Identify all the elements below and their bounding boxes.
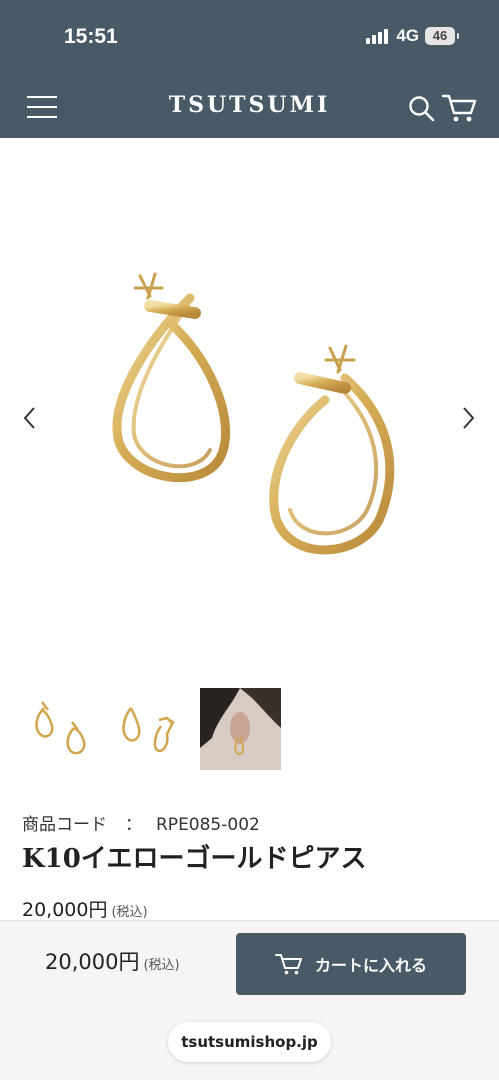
product-code: 商品コード ： RPE085-002 bbox=[22, 810, 260, 835]
product-main-image[interactable] bbox=[0, 138, 499, 678]
cart-icon[interactable] bbox=[441, 92, 477, 124]
thumbnail-strip bbox=[22, 688, 281, 770]
add-to-cart-button[interactable]: カートに入れる bbox=[236, 933, 466, 995]
price-value: 20,000円 bbox=[22, 899, 108, 921]
product-code-separator: ： bbox=[125, 815, 142, 835]
product-code-label: 商品コード bbox=[22, 815, 107, 835]
bottom-bar: 20,000円 (税込) カートに入れる tsutsumishop.jp bbox=[0, 920, 499, 1080]
signal-icon bbox=[366, 28, 389, 44]
search-icon[interactable] bbox=[408, 95, 436, 123]
sticky-price-value: 20,000円 bbox=[45, 950, 140, 974]
product-code-value: RPE085-002 bbox=[156, 815, 260, 835]
thumbnail-3-model-photo[interactable] bbox=[200, 688, 281, 770]
product-name: K10イエローゴールドピアス bbox=[22, 844, 367, 874]
app-header: 15:51 4G 46 TSUTSUMI bbox=[0, 0, 499, 138]
chevron-right-icon[interactable] bbox=[456, 404, 480, 432]
status-time: 15:51 bbox=[64, 25, 118, 48]
sticky-tax-note: (税込) bbox=[143, 958, 180, 973]
tax-note: (税込) bbox=[111, 905, 148, 920]
earring-right bbox=[269, 344, 395, 555]
sticky-price: 20,000円 (税込) bbox=[45, 946, 180, 976]
cart-icon bbox=[274, 954, 302, 975]
product-price: 20,000円 (税込) bbox=[22, 895, 148, 922]
battery-icon: 46 bbox=[425, 27, 459, 45]
network-type: 4G bbox=[396, 26, 419, 45]
earring-left bbox=[112, 272, 231, 483]
thumbnail-2[interactable] bbox=[111, 688, 192, 770]
url-bar[interactable]: tsutsumishop.jp bbox=[168, 1022, 331, 1062]
status-indicators: 4G 46 bbox=[366, 26, 459, 46]
chevron-left-icon[interactable] bbox=[18, 404, 42, 432]
add-to-cart-label: カートに入れる bbox=[314, 956, 427, 975]
thumbnail-1[interactable] bbox=[22, 688, 103, 770]
